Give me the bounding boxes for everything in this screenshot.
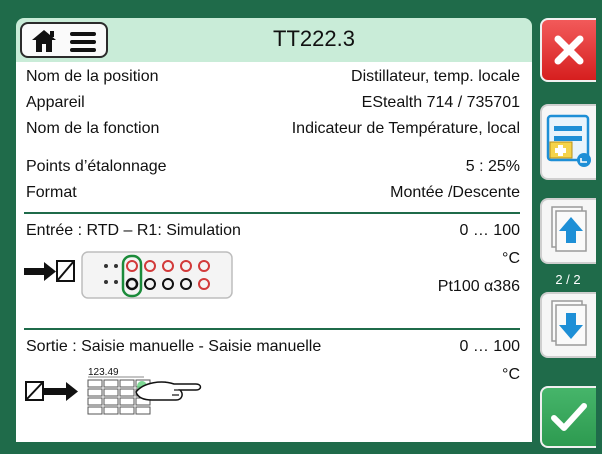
divider <box>24 328 520 330</box>
input-unit: °C <box>502 250 520 267</box>
device-value: EStealth 714 / 735701 <box>361 94 520 111</box>
screen: TT222.3 Nom de la position Distillateur,… <box>0 0 602 454</box>
ok-button[interactable] <box>540 386 596 448</box>
points-label: Points d’étalonnage <box>26 158 167 175</box>
device-label: Appareil <box>26 94 85 111</box>
divider <box>24 212 520 214</box>
position-name-value: Distillateur, temp. locale <box>351 68 520 85</box>
checkmark-icon <box>551 403 587 431</box>
input-sensor: Pt100 α386 <box>437 278 520 295</box>
function-row: Nom de la fonction Indicateur de Tempéra… <box>26 120 520 142</box>
function-label: Nom de la fonction <box>26 120 160 137</box>
hamburger-menu-icon <box>70 32 96 52</box>
input-simulation-icon <box>24 251 233 299</box>
detail-panel: Nom de la position Distillateur, temp. l… <box>16 62 532 442</box>
input-label: Entrée : RTD – R1: Simulation <box>26 222 241 239</box>
page-title: TT222.3 <box>273 26 355 51</box>
list-add-icon <box>546 114 591 167</box>
function-value: Indicateur de Température, local <box>291 120 520 137</box>
device-row: Appareil EStealth 714 / 735701 <box>26 94 520 116</box>
keypad-display-text: 123.49 <box>88 367 119 378</box>
close-button[interactable] <box>540 18 596 82</box>
page-up-button[interactable] <box>540 198 596 264</box>
manual-entry-icon: 123.49 <box>25 367 202 415</box>
position-name-label: Nom de la position <box>26 68 159 85</box>
list-add-button[interactable] <box>540 104 596 180</box>
home-menu-button[interactable] <box>20 22 108 58</box>
output-range: 0 … 100 <box>459 338 520 355</box>
points-row: Points d’étalonnage 5 : 25% <box>26 158 520 180</box>
page-down-icon <box>551 300 587 346</box>
output-unit: °C <box>502 366 520 383</box>
input-range: 0 … 100 <box>459 222 520 239</box>
page-up-icon <box>551 206 587 252</box>
page-down-button[interactable] <box>540 292 596 358</box>
output-row[interactable]: Sortie : Saisie manuelle - Saisie manuel… <box>26 338 520 360</box>
home-icon <box>32 30 56 52</box>
position-name-row: Nom de la position Distillateur, temp. l… <box>26 68 520 90</box>
close-icon <box>554 35 584 65</box>
points-value: 5 : 25% <box>465 158 520 175</box>
output-label: Sortie : Saisie manuelle - Saisie manuel… <box>26 338 322 355</box>
format-value: Montée /Descente <box>390 184 520 201</box>
input-row[interactable]: Entrée : RTD – R1: Simulation 0 … 100 <box>26 222 520 244</box>
header-bar: TT222.3 <box>16 18 532 62</box>
format-row: Format Montée /Descente <box>26 184 520 206</box>
format-label: Format <box>26 184 77 201</box>
page-indicator: 2 / 2 <box>555 272 581 287</box>
